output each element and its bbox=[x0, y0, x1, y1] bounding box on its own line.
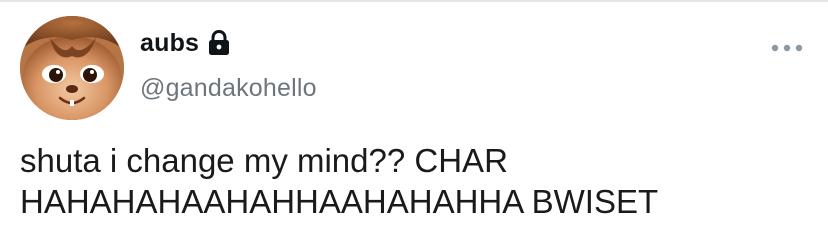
user-handle[interactable]: @gandakohello bbox=[140, 74, 317, 103]
display-name[interactable]: aubs bbox=[140, 29, 199, 58]
tweet-card[interactable]: aubs @gandakohello shuta i change my min… bbox=[0, 0, 828, 242]
more-options-button[interactable] bbox=[770, 38, 804, 58]
author-name-row[interactable]: aubs bbox=[140, 26, 231, 60]
avatar-image bbox=[20, 16, 124, 120]
lock-icon bbox=[207, 30, 231, 56]
more-options-icon bbox=[771, 44, 803, 52]
tweet-text: shuta i change my mind?? CHAR HAHAHAHAAH… bbox=[20, 142, 659, 220]
avatar[interactable] bbox=[20, 16, 124, 120]
